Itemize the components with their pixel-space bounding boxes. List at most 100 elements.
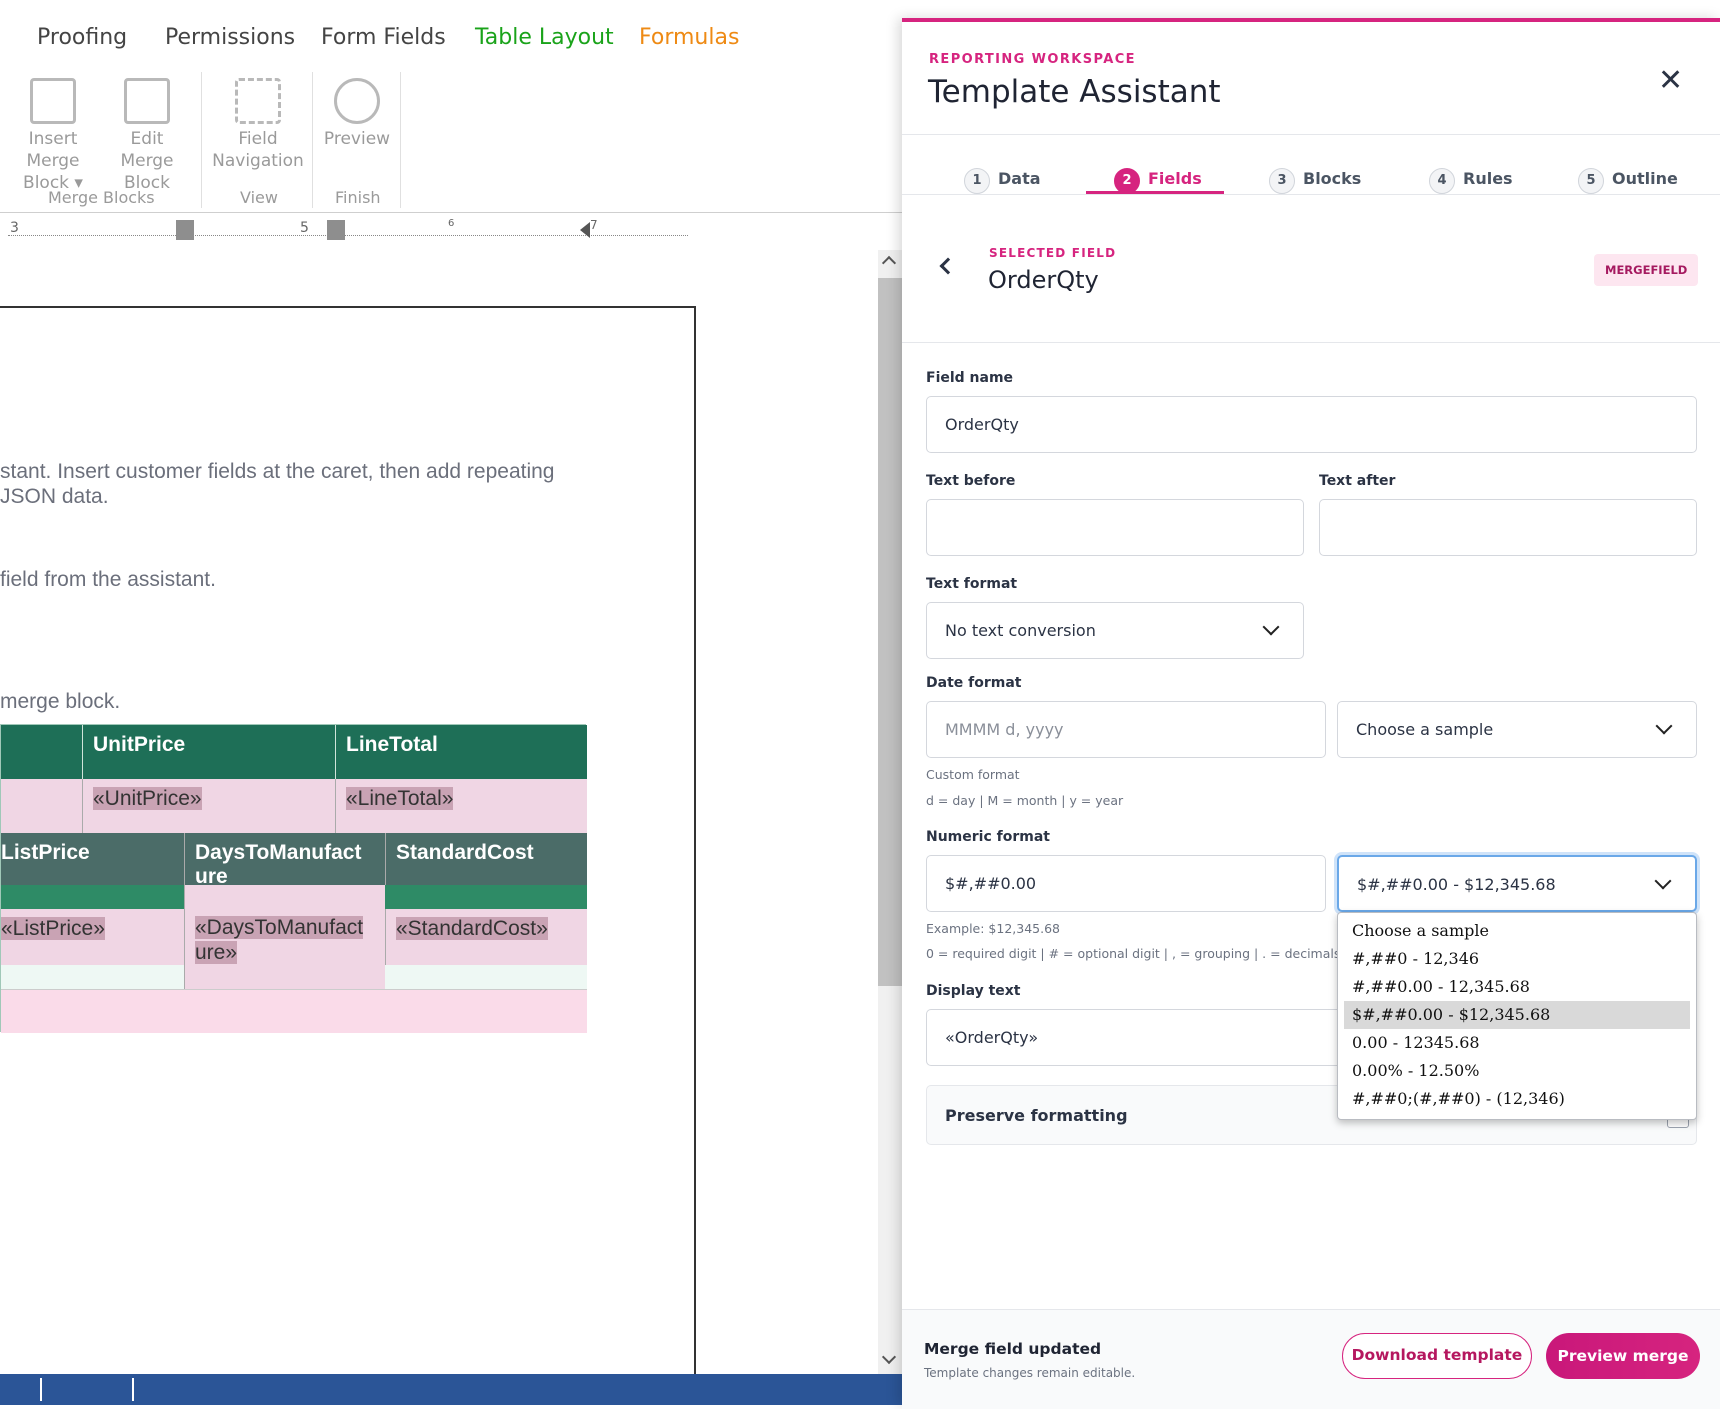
text-before-input[interactable] <box>926 499 1304 556</box>
insert-merge-block-button[interactable]: Insert Merge Block ▾ <box>4 78 102 194</box>
dropdown-option[interactable]: #,##0 - 12,346 <box>1338 945 1696 973</box>
scrollbar-thumb[interactable] <box>878 278 902 986</box>
table-cell-linetotal[interactable]: «LineTotal» <box>335 779 587 833</box>
selected-field-eyebrow: SELECTED FIELD <box>989 246 1117 260</box>
dropdown-option[interactable]: Choose a sample <box>1338 917 1696 945</box>
insert-merge-block-label: Insert Merge <box>26 129 80 171</box>
date-sample-select[interactable]: Choose a sample <box>1337 701 1697 758</box>
date-format-input[interactable]: MMMM d, yyyy <box>926 701 1326 758</box>
dropdown-option[interactable]: #,##0;(#,##0) - (12,346) <box>1338 1085 1696 1113</box>
ruler-mark-6: 6 <box>448 218 455 229</box>
numeric-format-input[interactable]: $#,##0.00 <box>926 855 1326 912</box>
numeric-sample-value: $#,##0.00 - $12,345.68 <box>1357 875 1556 894</box>
table-cell-standardcost[interactable]: «StandardCost» <box>385 909 587 965</box>
preview-button[interactable]: Preview <box>320 78 394 150</box>
preview-magnifier-icon <box>334 78 380 124</box>
ruler-mark-3: 3 <box>10 220 19 236</box>
table-header-daystomanufacture: DaysToManufact ure <box>184 833 385 888</box>
text-after-input[interactable] <box>1319 499 1697 556</box>
document-paragraph-line: field from the assistant. <box>0 568 216 591</box>
footer-status-title: Merge field updated <box>924 1340 1102 1358</box>
step-number: 3 <box>1269 168 1295 194</box>
ribbon-divider <box>312 72 313 208</box>
table-header-cell <box>1 725 82 779</box>
divider <box>902 194 1720 195</box>
step-tab-blocks[interactable]: 3 Blocks <box>1269 168 1361 194</box>
text-before-label: Text before <box>926 473 1016 489</box>
numeric-hint-legend: 0 = required digit | # = optional digit … <box>926 946 1341 961</box>
header-line: DaysToManufact <box>195 841 362 864</box>
ruler-mark-7: 7 <box>590 218 598 232</box>
dropdown-option[interactable]: 0.00% - 12.50% <box>1338 1057 1696 1085</box>
edit-merge-block-label: Edit Merge <box>120 129 174 171</box>
scroll-up-icon[interactable] <box>881 255 897 271</box>
edit-merge-block-button[interactable]: Edit Merge Block <box>104 78 190 194</box>
preview-merge-button[interactable]: Preview merge <box>1546 1333 1700 1379</box>
dropdown-option[interactable]: 0.00 - 12345.68 <box>1338 1029 1696 1057</box>
group-finish: Finish <box>335 188 381 207</box>
text-after-label: Text after <box>1319 473 1396 489</box>
table-cell <box>385 965 587 989</box>
numeric-sample-dropdown: Choose a sample #,##0 - 12,346 #,##0.00 … <box>1337 912 1697 1120</box>
document-paragraph-line: JSON data. <box>0 485 109 508</box>
date-format-label: Date format <box>926 675 1022 691</box>
ribbon-divider <box>201 72 202 208</box>
merge-field-unitprice[interactable]: «UnitPrice» <box>93 787 202 810</box>
text-format-select[interactable]: No text conversion <box>926 602 1304 659</box>
chevron-down-icon <box>1654 872 1672 890</box>
field-name-input[interactable]: OrderQty <box>926 396 1697 453</box>
document-paragraph-line: stant. Insert customer fields at the car… <box>0 460 555 483</box>
indent-marker-icon[interactable] <box>580 222 590 238</box>
dropdown-option-selected[interactable]: $#,##0.00 - $12,345.68 <box>1344 1001 1690 1029</box>
scroll-down-icon[interactable] <box>881 1349 897 1365</box>
panel-footer: Merge field updated Template changes rem… <box>902 1309 1720 1409</box>
tab-form-fields[interactable]: Form Fields <box>321 25 446 50</box>
dropdown-option[interactable]: #,##0.00 - 12,345.68 <box>1338 973 1696 1001</box>
close-icon[interactable]: ✕ <box>1658 66 1683 96</box>
mergefield-badge: MERGEFIELD <box>1594 254 1699 286</box>
ruler-margin-marker[interactable] <box>327 220 345 240</box>
table-cell <box>1 779 82 833</box>
step-tab-data[interactable]: 1 Data <box>964 168 1041 194</box>
field-navigation-label: Field <box>238 129 278 149</box>
numeric-sample-select[interactable]: $#,##0.00 - $12,345.68 <box>1337 855 1697 912</box>
preserve-formatting-label: Preserve formatting <box>945 1106 1128 1125</box>
field-navigation-button[interactable]: Field Navigation <box>210 78 306 172</box>
table-cell-unitprice[interactable]: «UnitPrice» <box>82 779 335 833</box>
merge-table: UnitPrice LineTotal «UnitPrice» «LineTot… <box>0 724 587 1033</box>
merge-field-daystomanufacture-2[interactable]: ure» <box>195 941 238 964</box>
ribbon-divider <box>400 72 401 208</box>
tab-proofing[interactable]: Proofing <box>37 25 127 50</box>
tab-permissions[interactable]: Permissions <box>165 25 295 50</box>
ruler-margin-marker[interactable] <box>176 220 194 240</box>
vertical-scrollbar[interactable] <box>878 250 902 1374</box>
merge-field-linetotal[interactable]: «LineTotal» <box>346 787 454 810</box>
table-header-unitprice: UnitPrice <box>82 725 335 779</box>
text-format-label: Text format <box>926 576 1018 592</box>
merge-field-daystomanufacture[interactable]: «DaysToManufact <box>195 916 364 939</box>
text-format-value: No text conversion <box>945 621 1096 640</box>
back-chevron-icon[interactable] <box>939 257 957 275</box>
ribbon: Proofing Permissions Form Fields Table L… <box>0 0 902 213</box>
tab-formulas[interactable]: Formulas <box>639 25 739 50</box>
step-tab-rules[interactable]: 4 Rules <box>1429 168 1513 194</box>
step-tab-outline[interactable]: 5 Outline <box>1578 168 1678 194</box>
selected-field-name: OrderQty <box>988 266 1099 294</box>
panel-title: Template Assistant <box>928 74 1221 110</box>
numeric-format-label: Numeric format <box>926 829 1050 845</box>
step-label: Data <box>998 169 1041 188</box>
step-number: 4 <box>1429 168 1455 194</box>
tab-table-layout[interactable]: Table Layout <box>475 25 614 50</box>
download-template-button[interactable]: Download template <box>1342 1333 1532 1379</box>
insert-merge-block-icon <box>30 78 76 124</box>
field-navigation-icon <box>235 78 281 124</box>
numeric-example: Example: $12,345.68 <box>926 921 1060 936</box>
divider <box>902 342 1720 343</box>
template-assistant-panel: REPORTING WORKSPACE Template Assistant ✕… <box>902 18 1720 1409</box>
merge-field-listprice[interactable]: «ListPrice» <box>1 917 105 940</box>
merge-field-standardcost[interactable]: «StandardCost» <box>396 917 548 940</box>
table-cell <box>1 965 184 989</box>
document-paragraph-line: merge block. <box>0 690 121 713</box>
field-navigation-label-2: Navigation <box>212 151 304 171</box>
table-cell-listprice[interactable]: «ListPrice» <box>1 909 184 965</box>
